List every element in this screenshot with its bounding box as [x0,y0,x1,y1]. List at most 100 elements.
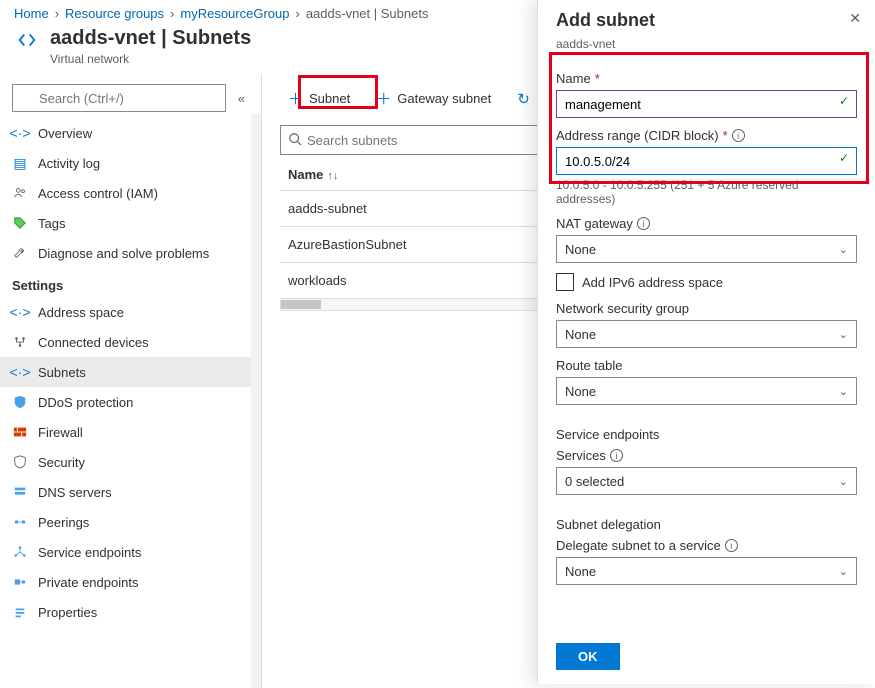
page-subtitle: Virtual network [50,52,251,66]
sidebar-item-subnets[interactable]: <·> Subnets [0,357,259,387]
sidebar-item-private-endpoints[interactable]: Private endpoints [0,567,259,597]
ok-button[interactable]: OK [556,643,620,670]
sidebar-item-activity-log[interactable]: ▤ Activity log [0,148,259,178]
sidebar-item-connected-devices[interactable]: Connected devices [0,327,259,357]
vnet-icon [14,27,40,53]
chevron-right-icon: › [295,6,299,21]
sidebar-item-firewall[interactable]: Firewall [0,417,259,447]
sidebar-item-label: Activity log [38,156,100,171]
page-title: aadds-vnet | Subnets [50,27,251,50]
chevron-right-icon: › [170,6,174,21]
nat-gateway-select[interactable]: None ⌄ [556,235,857,263]
field-label-services: Services [556,448,606,463]
sidebar-item-address-space[interactable]: <·> Address space [0,297,259,327]
sidebar: « <·> Overview ▤ Activity log Access con… [0,74,262,688]
section-header-delegation: Subnet delegation [556,517,857,532]
scrollbar-thumb[interactable] [281,300,321,309]
collapse-sidebar-button[interactable]: « [232,91,251,106]
sort-icon: ↑↓ [327,170,338,182]
info-icon[interactable]: i [610,449,623,462]
address-space-icon: <·> [12,304,28,320]
route-table-select[interactable]: None ⌄ [556,377,857,405]
chevron-down-icon: ⌄ [839,385,848,398]
sidebar-item-label: Service endpoints [38,545,141,560]
sidebar-item-label: Overview [38,126,92,141]
breadcrumb-home[interactable]: Home [14,6,49,21]
sidebar-search-input[interactable] [12,84,226,112]
field-label-route-table: Route table [556,358,623,373]
field-label-nat: NAT gateway [556,216,633,231]
wrench-icon [12,245,28,261]
field-label-nsg: Network security group [556,301,689,316]
sidebar-item-label: Access control (IAM) [38,186,158,201]
breadcrumb-current: aadds-vnet | Subnets [306,6,429,21]
address-range-input[interactable] [556,147,857,175]
add-gateway-subnet-button[interactable]: ＋ Gateway subnet [368,84,499,113]
sidebar-item-properties[interactable]: Properties [0,597,259,627]
refresh-button[interactable]: ↻ [509,86,538,112]
sidebar-item-security[interactable]: Security [0,447,259,477]
required-icon: * [723,128,728,143]
add-subnet-button[interactable]: ＋ Subnet [280,84,358,113]
tag-icon [12,215,28,231]
sidebar-item-peerings[interactable]: Peerings [0,507,259,537]
peerings-icon [12,514,28,530]
sidebar-item-label: Firewall [38,425,83,440]
add-subnet-panel: Add subnet ✕ aadds-vnet Name * ✓ Address… [537,0,875,684]
close-icon[interactable]: ✕ [849,10,861,27]
ipv6-checkbox[interactable] [556,273,574,291]
sidebar-item-diagnose[interactable]: Diagnose and solve problems [0,238,259,268]
sidebar-item-ddos[interactable]: DDoS protection [0,387,259,417]
panel-title: Add subnet [556,10,849,31]
sidebar-item-label: Address space [38,305,124,320]
activity-log-icon: ▤ [12,155,28,171]
sidebar-item-overview[interactable]: <·> Overview [0,118,259,148]
properties-icon [12,604,28,620]
nsg-select[interactable]: None ⌄ [556,320,857,348]
plus-icon: ＋ [376,88,391,109]
checkmark-icon: ✓ [839,151,849,165]
search-icon [288,132,302,149]
chevron-right-icon: › [55,6,59,21]
field-label-name: Name [556,71,591,86]
private-endpoints-icon [12,574,28,590]
people-icon [12,185,28,201]
sidebar-section-settings: Settings [0,268,259,297]
vnet-icon: <·> [12,125,28,141]
toolbar-label: Gateway subnet [397,91,491,106]
sidebar-item-label: DDoS protection [38,395,133,410]
firewall-icon [12,424,28,440]
required-icon: * [595,71,600,86]
breadcrumb-resource-group[interactable]: myResourceGroup [180,6,289,21]
address-range-helper: 10.0.5.0 - 10.0.5.255 (251 + 5 Azure res… [556,178,857,206]
dns-icon [12,484,28,500]
sidebar-item-label: Peerings [38,515,89,530]
subnet-name-input[interactable] [556,90,857,118]
sidebar-item-service-endpoints[interactable]: Service endpoints [0,537,259,567]
refresh-icon: ↻ [517,90,530,108]
info-icon[interactable]: i [732,129,745,142]
chevron-down-icon: ⌄ [839,565,848,578]
delegate-select[interactable]: None ⌄ [556,557,857,585]
info-icon[interactable]: i [637,217,650,230]
sidebar-item-label: Subnets [38,365,86,380]
field-label-range: Address range (CIDR block) [556,128,719,143]
sidebar-item-tags[interactable]: Tags [0,208,259,238]
sidebar-item-label: Properties [38,605,97,620]
sidebar-item-label: Security [38,455,85,470]
sidebar-item-dns[interactable]: DNS servers [0,477,259,507]
sidebar-item-label: Tags [38,216,65,231]
chevron-down-icon: ⌄ [839,328,848,341]
breadcrumb-resource-groups[interactable]: Resource groups [65,6,164,21]
services-select[interactable]: 0 selected ⌄ [556,467,857,495]
subnets-icon: <·> [12,364,28,380]
chevron-down-icon: ⌄ [839,475,848,488]
field-label-delegate: Delegate subnet to a service [556,538,721,553]
plus-icon: ＋ [288,88,303,109]
ipv6-label: Add IPv6 address space [582,275,723,290]
service-endpoints-icon [12,544,28,560]
sidebar-scrollbar-thumb[interactable] [252,114,260,414]
sidebar-item-access-control[interactable]: Access control (IAM) [0,178,259,208]
panel-context: aadds-vnet [538,37,875,57]
info-icon[interactable]: i [725,539,738,552]
